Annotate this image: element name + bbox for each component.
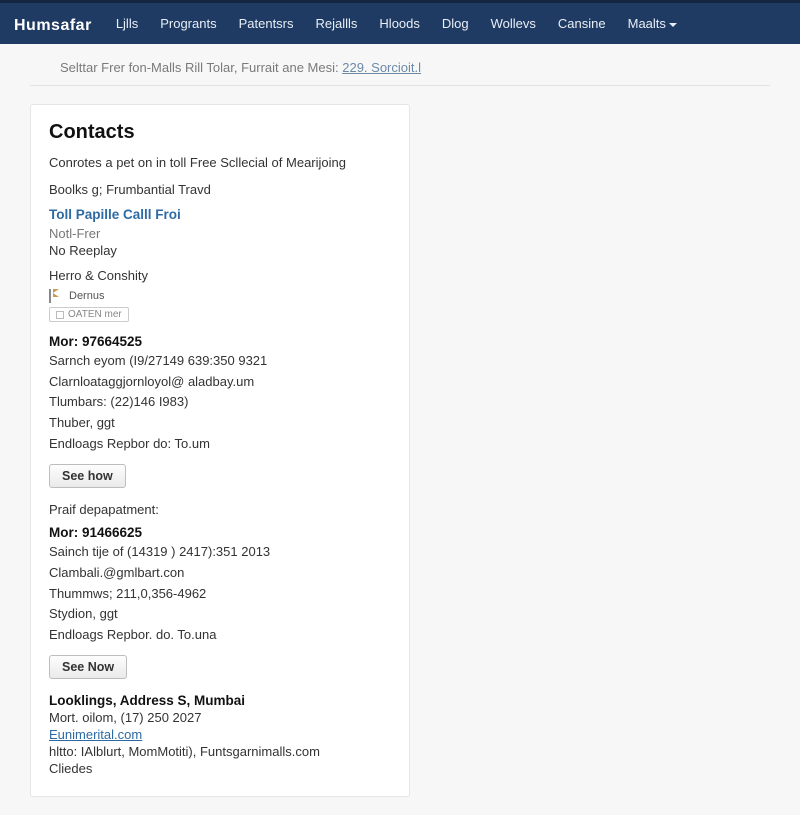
meta-chip[interactable]: OATEN mer	[49, 307, 129, 322]
block1-line4: Thuber, ggt	[49, 414, 391, 433]
hero-badge-row: Dernus	[49, 289, 391, 303]
block1-line1: Sarnch eyom (I9/27149 639:350 9321	[49, 352, 391, 371]
address-title: Looklings, Address S, Mumbai	[49, 693, 391, 708]
nav-item-6[interactable]: Wollevs	[491, 16, 536, 31]
contacts-card: Contacts Conrotes a pet on in toll Free …	[30, 104, 410, 797]
brand-logo[interactable]: Humsafar	[14, 13, 98, 35]
content-area: Contacts Conrotes a pet on in toll Free …	[0, 86, 800, 815]
card-title: Contacts	[49, 121, 391, 144]
hero-badge-text: Dernus	[69, 290, 104, 302]
toll-free-label: Toll Papille Calll Froi	[49, 207, 391, 222]
block2-line5: Endloags Repbor. do. To.una	[49, 626, 391, 645]
block2-phone: Mor: 91466625	[49, 525, 391, 540]
address-line4: Cliedes	[49, 761, 391, 776]
block2-email: Clambali.@gmlbart.con	[49, 564, 391, 583]
block1-line5: Endloags Repbor do: To.um	[49, 435, 391, 454]
nav-item-1[interactable]: Progrants	[160, 16, 216, 31]
contact-block-1: Mor: 97664525 Sarnch eyom (I9/27149 639:…	[49, 334, 391, 488]
nav-item-8[interactable]: Maalts	[628, 16, 677, 31]
nav-item-3[interactable]: Rejallls	[316, 16, 358, 31]
see-how-button-2[interactable]: See Now	[49, 655, 127, 679]
contact-block-2: Mor: 91466625 Sainch tije of (14319 ) 24…	[49, 525, 391, 679]
breadcrumb-prefix: Selttar Frer fon-Malls Rill Tolar, Furra…	[60, 60, 342, 75]
block1-email: Clarnloataggjornloyol@ aladbay.um	[49, 373, 391, 392]
block2-line3: Thummws; 211,0,356-4962	[49, 585, 391, 604]
top-nav-bar: Humsafar Ljlls Progrants Patentsrs Rejal…	[0, 0, 800, 44]
nav-item-4[interactable]: Hloods	[379, 16, 419, 31]
square-icon	[56, 311, 64, 319]
block1-line3: Tlumbars: (22)146 I983)	[49, 393, 391, 412]
nav-item-8-label: Maalts	[628, 16, 666, 31]
chip-label: OATEN mer	[68, 309, 122, 320]
address-line1: Mort. oilom, (17) 250 2027	[49, 710, 391, 725]
chevron-down-icon	[669, 23, 677, 27]
nav-item-2[interactable]: Patentsrs	[239, 16, 294, 31]
books-line: Boolks g; Frumbantial Travd	[49, 182, 391, 197]
noreply-text: No Reeplay	[49, 243, 391, 258]
block2-line4: Stydion, ggt	[49, 605, 391, 624]
nav-item-7[interactable]: Cansine	[558, 16, 606, 31]
nav-item-0[interactable]: Ljlls	[116, 16, 138, 31]
breadcrumb: Selttar Frer fon-Malls Rill Tolar, Furra…	[30, 44, 770, 86]
nav-item-5[interactable]: Dlog	[442, 16, 469, 31]
card-intro: Conrotes a pet on in toll Free Scllecial…	[49, 154, 391, 172]
department-label: Praif depapatment:	[49, 502, 391, 517]
address-line3: hltto: IAlblurt, MomMotiti), Funtsgarnim…	[49, 744, 391, 759]
block1-phone: Mor: 97664525	[49, 334, 391, 349]
primary-nav: Ljlls Progrants Patentsrs Rejallls Hlood…	[116, 16, 677, 31]
breadcrumb-link[interactable]: 229. Sorcioit.l	[342, 60, 421, 75]
block2-line1: Sainch tije of (14319 ) 2417):351 2013	[49, 543, 391, 562]
address-website-link[interactable]: Eunimerital.com	[49, 727, 142, 742]
flag-icon	[49, 289, 61, 303]
hero-label: Herro & Conshity	[49, 268, 391, 283]
see-how-button-1[interactable]: See how	[49, 464, 126, 488]
notifier-text: Notl-Frer	[49, 226, 391, 241]
brand-text: Humsafar	[14, 17, 92, 35]
